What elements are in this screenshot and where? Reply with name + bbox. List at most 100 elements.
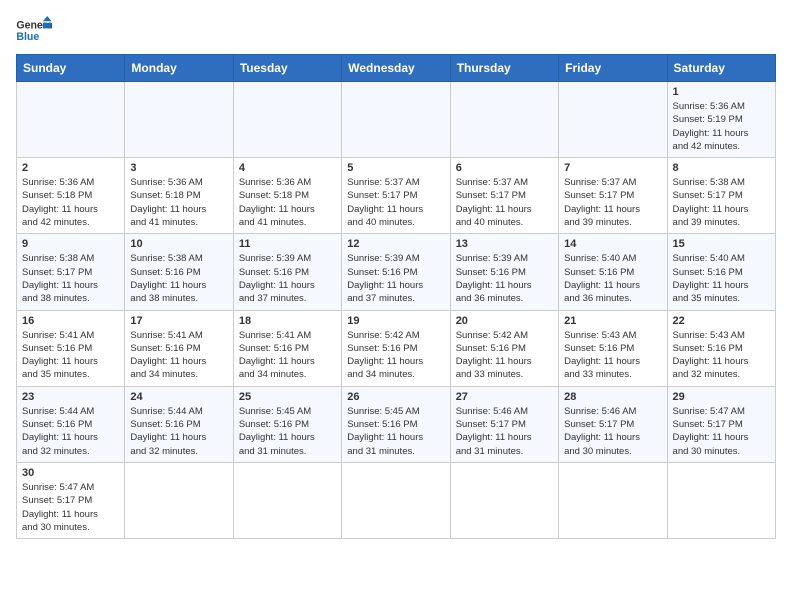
day-info: Sunrise: 5:47 AM Sunset: 5:17 PM Dayligh…	[673, 405, 770, 458]
day-info: Sunrise: 5:38 AM Sunset: 5:17 PM Dayligh…	[673, 176, 770, 229]
weekday-header-friday: Friday	[559, 55, 667, 82]
calendar-cell: 25 Sunrise: 5:45 AM Sunset: 5:16 PM Dayli…	[233, 386, 341, 462]
calendar-cell: 2Sunrise: 5:36 AM Sunset: 5:18 PM Daylig…	[17, 158, 125, 234]
day-number: 21	[564, 315, 661, 327]
day-info: Sunrise: 5:46 AM Sunset: 5:17 PM Dayligh…	[456, 405, 553, 458]
calendar-cell	[450, 462, 558, 538]
day-number: 15	[673, 238, 770, 250]
day-info: Sunrise: 5:45 AM Sunset: 5:16 PM Dayligh…	[239, 405, 336, 458]
calendar-cell: 5 Sunrise: 5:37 AM Sunset: 5:17 PM Daylig…	[342, 158, 450, 234]
calendar-cell	[559, 82, 667, 158]
weekday-header-monday: Monday	[125, 55, 233, 82]
calendar-cell: 9 Sunrise: 5:38 AM Sunset: 5:17 PM Daylig…	[17, 234, 125, 310]
day-info: Sunrise: 5:38 AM Sunset: 5:16 PM Dayligh…	[130, 252, 227, 305]
day-number: 16	[22, 315, 119, 327]
calendar-week-row: 1 Sunrise: 5:36 AM Sunset: 5:19 PM Daylig…	[17, 82, 776, 158]
calendar-cell: 11 Sunrise: 5:39 AM Sunset: 5:16 PM Dayli…	[233, 234, 341, 310]
calendar-cell: 22Sunrise: 5:43 AM Sunset: 5:16 PM Dayli…	[667, 310, 775, 386]
day-number: 3	[130, 162, 227, 174]
svg-text:Blue: Blue	[16, 31, 39, 43]
day-info: Sunrise: 5:39 AM Sunset: 5:16 PM Dayligh…	[347, 252, 444, 305]
day-number: 10	[130, 238, 227, 250]
day-info: Sunrise: 5:36 AM Sunset: 5:19 PM Dayligh…	[673, 100, 770, 153]
day-info: Sunrise: 5:47 AM Sunset: 5:17 PM Dayligh…	[22, 481, 119, 534]
day-info: Sunrise: 5:37 AM Sunset: 5:17 PM Dayligh…	[347, 176, 444, 229]
day-info: Sunrise: 5:38 AM Sunset: 5:17 PM Dayligh…	[22, 252, 119, 305]
day-number: 26	[347, 391, 444, 403]
calendar-cell	[342, 462, 450, 538]
calendar-week-row: 30 Sunrise: 5:47 AM Sunset: 5:17 PM Dayli…	[17, 462, 776, 538]
day-number: 28	[564, 391, 661, 403]
calendar-cell	[125, 82, 233, 158]
day-info: Sunrise: 5:45 AM Sunset: 5:16 PM Dayligh…	[347, 405, 444, 458]
day-number: 5	[347, 162, 444, 174]
weekday-header-tuesday: Tuesday	[233, 55, 341, 82]
day-number: 13	[456, 238, 553, 250]
day-number: 30	[22, 467, 119, 479]
day-info: Sunrise: 5:44 AM Sunset: 5:16 PM Dayligh…	[22, 405, 119, 458]
calendar-cell: 12 Sunrise: 5:39 AM Sunset: 5:16 PM Dayli…	[342, 234, 450, 310]
calendar-week-row: 2Sunrise: 5:36 AM Sunset: 5:18 PM Daylig…	[17, 158, 776, 234]
day-info: Sunrise: 5:42 AM Sunset: 5:16 PM Dayligh…	[456, 329, 553, 382]
day-number: 11	[239, 238, 336, 250]
day-number: 1	[673, 86, 770, 98]
day-info: Sunrise: 5:36 AM Sunset: 5:18 PM Dayligh…	[130, 176, 227, 229]
calendar-week-row: 23 Sunrise: 5:44 AM Sunset: 5:16 PM Dayli…	[17, 386, 776, 462]
day-info: Sunrise: 5:41 AM Sunset: 5:16 PM Dayligh…	[130, 329, 227, 382]
calendar-cell: 26 Sunrise: 5:45 AM Sunset: 5:16 PM Dayli…	[342, 386, 450, 462]
page-header: General Blue	[16, 16, 776, 46]
calendar-cell: 10 Sunrise: 5:38 AM Sunset: 5:16 PM Dayli…	[125, 234, 233, 310]
calendar-cell: 29 Sunrise: 5:47 AM Sunset: 5:17 PM Dayli…	[667, 386, 775, 462]
calendar-cell: 4 Sunrise: 5:36 AM Sunset: 5:18 PM Daylig…	[233, 158, 341, 234]
calendar-cell: 3 Sunrise: 5:36 AM Sunset: 5:18 PM Daylig…	[125, 158, 233, 234]
day-info: Sunrise: 5:42 AM Sunset: 5:16 PM Dayligh…	[347, 329, 444, 382]
day-info: Sunrise: 5:44 AM Sunset: 5:16 PM Dayligh…	[130, 405, 227, 458]
calendar-table: SundayMondayTuesdayWednesdayThursdayFrid…	[16, 54, 776, 539]
calendar-cell	[125, 462, 233, 538]
day-info: Sunrise: 5:41 AM Sunset: 5:16 PM Dayligh…	[239, 329, 336, 382]
day-number: 18	[239, 315, 336, 327]
day-number: 19	[347, 315, 444, 327]
calendar-cell: 14 Sunrise: 5:40 AM Sunset: 5:16 PM Dayli…	[559, 234, 667, 310]
calendar-cell: 1 Sunrise: 5:36 AM Sunset: 5:19 PM Daylig…	[667, 82, 775, 158]
calendar-cell: 20Sunrise: 5:42 AM Sunset: 5:16 PM Dayli…	[450, 310, 558, 386]
day-number: 9	[22, 238, 119, 250]
day-info: Sunrise: 5:39 AM Sunset: 5:16 PM Dayligh…	[239, 252, 336, 305]
day-number: 8	[673, 162, 770, 174]
day-number: 17	[130, 315, 227, 327]
weekday-header-saturday: Saturday	[667, 55, 775, 82]
calendar-cell: 19 Sunrise: 5:42 AM Sunset: 5:16 PM Dayli…	[342, 310, 450, 386]
calendar-cell	[342, 82, 450, 158]
weekday-header-sunday: Sunday	[17, 55, 125, 82]
day-number: 12	[347, 238, 444, 250]
day-info: Sunrise: 5:43 AM Sunset: 5:16 PM Dayligh…	[564, 329, 661, 382]
calendar-cell: 23 Sunrise: 5:44 AM Sunset: 5:16 PM Dayli…	[17, 386, 125, 462]
calendar-cell: 16 Sunrise: 5:41 AM Sunset: 5:16 PM Dayli…	[17, 310, 125, 386]
calendar-cell: 24 Sunrise: 5:44 AM Sunset: 5:16 PM Dayli…	[125, 386, 233, 462]
calendar-week-row: 9 Sunrise: 5:38 AM Sunset: 5:17 PM Daylig…	[17, 234, 776, 310]
day-number: 29	[673, 391, 770, 403]
calendar-week-row: 16 Sunrise: 5:41 AM Sunset: 5:16 PM Dayli…	[17, 310, 776, 386]
day-number: 6	[456, 162, 553, 174]
calendar-cell	[450, 82, 558, 158]
day-number: 24	[130, 391, 227, 403]
day-info: Sunrise: 5:37 AM Sunset: 5:17 PM Dayligh…	[456, 176, 553, 229]
weekday-header-wednesday: Wednesday	[342, 55, 450, 82]
day-number: 25	[239, 391, 336, 403]
day-info: Sunrise: 5:43 AM Sunset: 5:16 PM Dayligh…	[673, 329, 770, 382]
day-number: 23	[22, 391, 119, 403]
day-info: Sunrise: 5:36 AM Sunset: 5:18 PM Dayligh…	[22, 176, 119, 229]
day-number: 4	[239, 162, 336, 174]
calendar-cell: 18 Sunrise: 5:41 AM Sunset: 5:16 PM Dayli…	[233, 310, 341, 386]
calendar-cell: 17 Sunrise: 5:41 AM Sunset: 5:16 PM Dayli…	[125, 310, 233, 386]
day-info: Sunrise: 5:41 AM Sunset: 5:16 PM Dayligh…	[22, 329, 119, 382]
day-info: Sunrise: 5:36 AM Sunset: 5:18 PM Dayligh…	[239, 176, 336, 229]
calendar-cell: 28Sunrise: 5:46 AM Sunset: 5:17 PM Dayli…	[559, 386, 667, 462]
calendar-cell: 13Sunrise: 5:39 AM Sunset: 5:16 PM Dayli…	[450, 234, 558, 310]
day-info: Sunrise: 5:40 AM Sunset: 5:16 PM Dayligh…	[564, 252, 661, 305]
calendar-cell	[559, 462, 667, 538]
calendar-cell: 30 Sunrise: 5:47 AM Sunset: 5:17 PM Dayli…	[17, 462, 125, 538]
day-info: Sunrise: 5:37 AM Sunset: 5:17 PM Dayligh…	[564, 176, 661, 229]
day-number: 14	[564, 238, 661, 250]
calendar-cell: 27Sunrise: 5:46 AM Sunset: 5:17 PM Dayli…	[450, 386, 558, 462]
